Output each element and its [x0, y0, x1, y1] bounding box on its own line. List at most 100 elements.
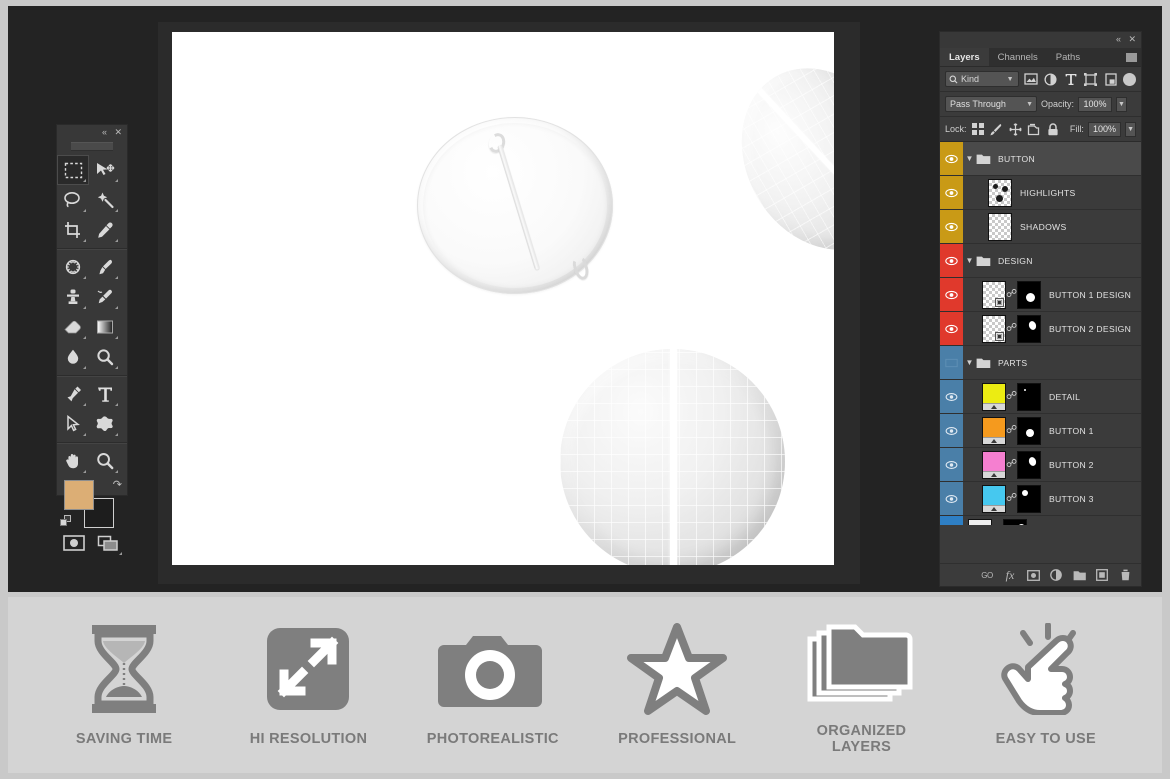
layer-mask-thumbnail[interactable] [1017, 280, 1041, 309]
link-mask-icon[interactable]: ☍ [1006, 425, 1017, 436]
history-brush-tool[interactable] [89, 282, 121, 312]
adjustment-layer-button[interactable] [1049, 568, 1063, 582]
lock-position-icon[interactable] [1008, 122, 1023, 137]
layer-thumbnail[interactable]: ▣ [982, 280, 1006, 309]
rectangular-marquee-tool[interactable] [57, 155, 89, 185]
table-row[interactable]: ☍ BUTTON 3 [940, 482, 1141, 516]
new-layer-button[interactable] [1095, 568, 1109, 582]
custom-shape-tool[interactable] [89, 409, 121, 439]
layer-visibility-toggle[interactable] [940, 278, 963, 311]
badge-tilted-view[interactable] [709, 38, 834, 280]
layer-thumbnail[interactable] [988, 212, 1012, 241]
layer-visibility-toggle[interactable] [940, 176, 963, 209]
layer-visibility-toggle[interactable] [940, 244, 963, 277]
table-row[interactable]: ☍ BUTTON 1 [940, 414, 1141, 448]
layer-mask-thumbnail[interactable] [1017, 450, 1041, 479]
layer-style-button[interactable]: fx [1003, 568, 1017, 582]
link-mask-icon[interactable]: ☍ [1006, 459, 1017, 470]
shape-filter-icon[interactable] [1083, 72, 1098, 87]
table-row[interactable]: HIGHLIGHTS [940, 176, 1141, 210]
link-layers-button[interactable]: GO [980, 568, 994, 582]
new-group-button[interactable] [1072, 568, 1086, 582]
layer-mask-thumbnail[interactable] [1017, 484, 1041, 513]
eyedropper-tool[interactable] [89, 215, 121, 245]
screen-mode-button[interactable] [91, 528, 125, 558]
panel-menu-icon[interactable] [1126, 53, 1137, 62]
table-row[interactable]: ▼ BUTTON [940, 142, 1141, 176]
tools-close-icon[interactable]: ✕ [114, 128, 122, 137]
layer-mask-thumbnail[interactable] [1003, 518, 1027, 525]
layer-list[interactable]: ▼ BUTTON HIGHLIGHTS SHADOWS ▼ DESIGN ▣ ☍… [940, 142, 1141, 525]
table-row[interactable]: ▼ DESIGN [940, 244, 1141, 278]
brush-tool[interactable] [89, 252, 121, 282]
dodge-tool[interactable] [89, 342, 121, 372]
layer-visibility-toggle[interactable] [940, 312, 963, 345]
lock-image-pixels-icon[interactable] [989, 122, 1004, 137]
table-row[interactable]: ▣ ☍ BUTTON 2 DESIGN [940, 312, 1141, 346]
type-tool[interactable] [89, 379, 121, 409]
layers-collapse-icon[interactable]: « [1116, 35, 1121, 44]
layer-thumbnail[interactable] [982, 416, 1006, 445]
chevron-down-icon[interactable]: ▼ [963, 358, 976, 367]
fill-stepper-icon[interactable]: ▼ [1125, 121, 1136, 137]
zoom-tool[interactable] [89, 446, 121, 476]
quick-mask-mode-button[interactable] [57, 528, 91, 558]
pen-tool[interactable] [57, 379, 89, 409]
smart-object-filter-icon[interactable] [1103, 72, 1118, 87]
opacity-input[interactable]: 100% [1078, 96, 1113, 112]
link-mask-icon[interactable]: ☍ [1006, 391, 1017, 402]
layer-thumbnail[interactable] [982, 382, 1006, 411]
gradient-tool[interactable] [89, 312, 121, 342]
layer-mask-thumbnail[interactable] [1017, 416, 1041, 445]
filter-enable-toggle[interactable] [1123, 72, 1137, 86]
link-mask-icon[interactable]: ☍ [1006, 323, 1017, 334]
layers-close-icon[interactable]: ✕ [1128, 35, 1136, 44]
lock-all-icon[interactable] [1045, 122, 1060, 137]
badge-back-view[interactable] [417, 117, 613, 294]
link-mask-icon[interactable]: ☍ [1006, 493, 1017, 504]
spot-healing-brush-tool[interactable] [57, 252, 89, 282]
tab-paths[interactable]: Paths [1047, 48, 1089, 66]
layer-visibility-toggle[interactable] [940, 210, 963, 243]
canvas-artboard[interactable] [172, 32, 834, 565]
fill-input[interactable]: 100% [1087, 121, 1122, 137]
table-row[interactable]: ☍ BUTTON 2 [940, 448, 1141, 482]
tab-channels[interactable]: Channels [989, 48, 1047, 66]
swap-colors-icon[interactable]: ↷ [113, 478, 122, 491]
layer-visibility-toggle[interactable] [940, 380, 963, 413]
delete-layer-button[interactable] [1118, 568, 1132, 582]
layer-thumbnail[interactable]: ▣ [982, 314, 1006, 343]
layer-thumbnail[interactable] [982, 450, 1006, 479]
lock-transparent-pixels-icon[interactable] [971, 122, 986, 137]
badge-front-view[interactable] [560, 349, 785, 565]
move-tool[interactable] [89, 155, 121, 185]
foreground-color-swatch[interactable] [64, 480, 94, 510]
adjustment-filter-icon[interactable] [1043, 72, 1058, 87]
blur-tool[interactable] [57, 342, 89, 372]
layer-mask-thumbnail[interactable] [1017, 314, 1041, 343]
lasso-tool[interactable] [57, 185, 89, 215]
type-filter-icon[interactable] [1063, 72, 1078, 87]
crop-tool[interactable] [57, 215, 89, 245]
tab-layers[interactable]: Layers [940, 48, 989, 66]
layer-visibility-toggle[interactable] [940, 516, 963, 525]
tools-drag-grip[interactable] [71, 142, 113, 151]
chevron-down-icon[interactable]: ▼ [963, 256, 976, 265]
clone-stamp-tool[interactable] [57, 282, 89, 312]
tools-collapse-icon[interactable]: « [102, 128, 107, 137]
default-colors-icon[interactable] [60, 515, 72, 527]
layer-visibility-toggle[interactable] [940, 414, 963, 447]
layer-thumbnail[interactable] [968, 518, 992, 525]
link-mask-icon[interactable]: ☍ [1006, 289, 1017, 300]
pixel-filter-icon[interactable] [1024, 72, 1039, 87]
filter-kind-dropdown[interactable]: Kind ▼ [945, 71, 1019, 87]
hand-tool[interactable] [57, 446, 89, 476]
eraser-tool[interactable] [57, 312, 89, 342]
layer-mask-thumbnail[interactable] [1017, 382, 1041, 411]
path-selection-tool[interactable] [57, 409, 89, 439]
layer-thumbnail[interactable] [988, 178, 1012, 207]
magic-wand-tool[interactable] [89, 185, 121, 215]
layer-visibility-toggle[interactable] [940, 346, 963, 379]
blend-mode-dropdown[interactable]: Pass Through ▼ [945, 96, 1037, 112]
opacity-stepper-icon[interactable]: ▼ [1116, 96, 1128, 112]
